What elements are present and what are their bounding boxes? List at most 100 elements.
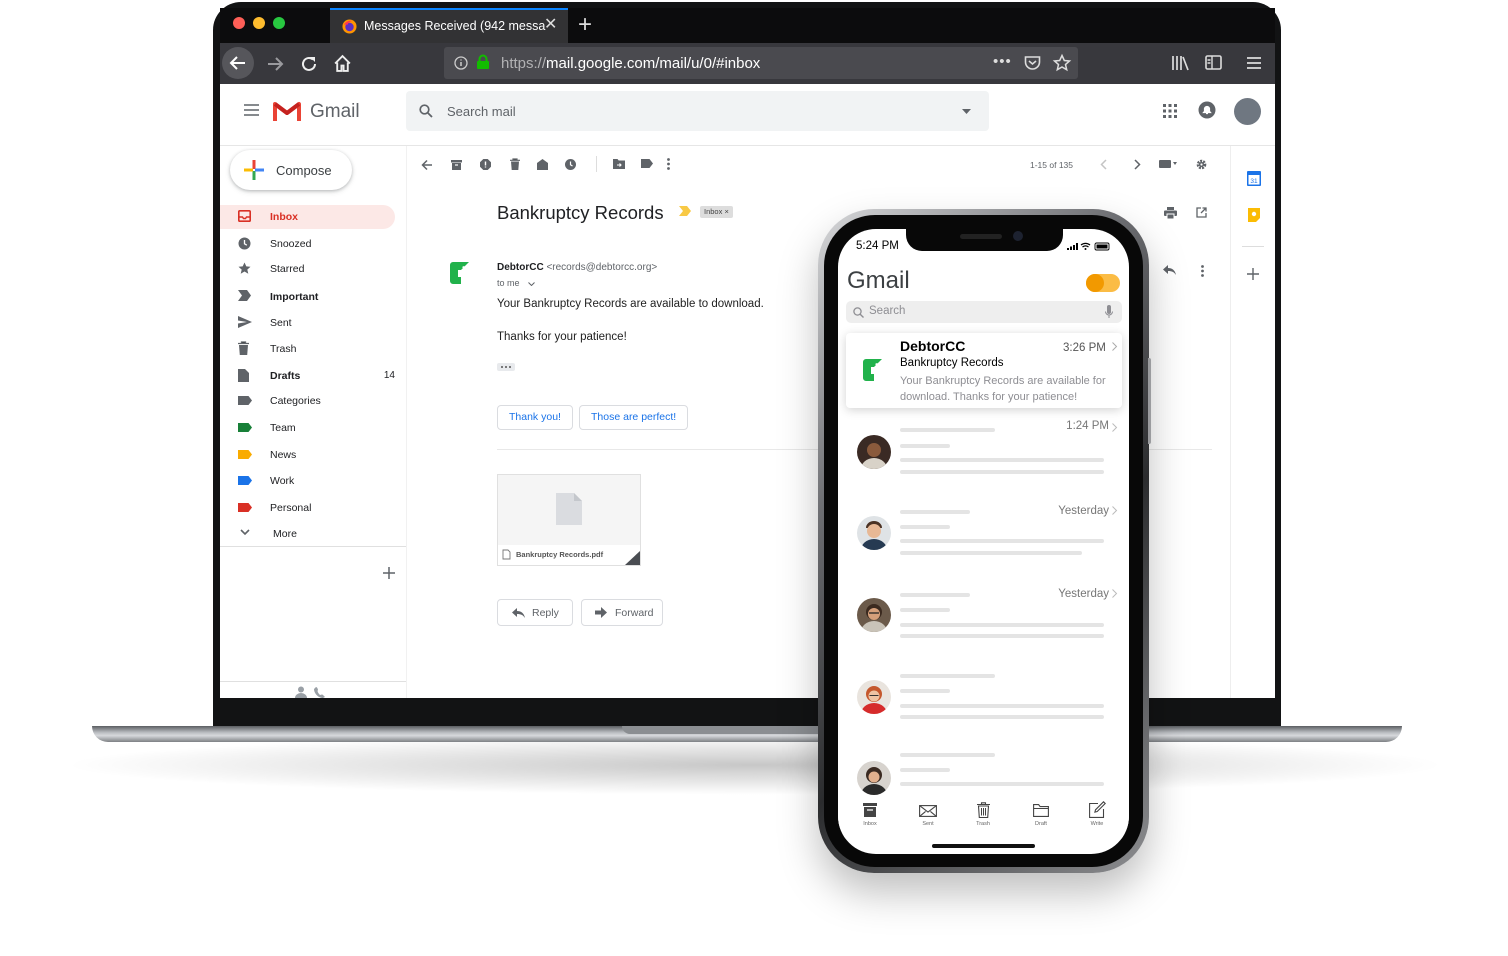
browser-toolbar: https://mail.google.com/mail/u/0/#inbox … <box>220 43 1275 84</box>
home-icon[interactable] <box>333 54 352 73</box>
sidebar-item-team[interactable]: Team <box>220 416 395 440</box>
sidebar-item-trash[interactable]: Trash <box>220 337 395 361</box>
reply-button[interactable]: Reply <box>497 599 573 626</box>
info-icon[interactable] <box>454 56 468 70</box>
email-list-item[interactable] <box>838 669 1129 751</box>
status-icons <box>1067 242 1110 251</box>
sidebar-item-label: Sent <box>270 317 292 329</box>
phone-search-bar[interactable]: Search <box>846 301 1122 323</box>
forward-button[interactable]: Forward <box>581 599 663 626</box>
tab-close-icon[interactable]: ✕ <box>544 17 557 33</box>
snooze-icon[interactable] <box>565 159 576 170</box>
page-actions-icon[interactable]: ••• <box>993 53 1012 70</box>
url-path: mail.google.com/mail/u/0/#inbox <box>546 55 761 72</box>
main-menu-icon[interactable] <box>244 104 259 116</box>
sidebar-item-inbox[interactable]: Inbox <box>220 205 395 229</box>
more-actions-icon[interactable] <box>667 158 670 170</box>
phone-screen: 5:24 PM Gmail Search DebtorCC 3:26 PM Ba… <box>838 229 1129 854</box>
input-tools-icon[interactable] <box>1159 160 1177 168</box>
sidebar-item-drafts[interactable]: Drafts 14 <box>220 364 395 388</box>
theme-toggle[interactable] <box>1086 274 1120 292</box>
email-list-item[interactable]: Yesterday <box>838 502 1129 584</box>
window-close-dot[interactable] <box>233 17 245 29</box>
trash-icon <box>238 341 249 355</box>
report-spam-icon[interactable] <box>480 159 491 170</box>
older-icon[interactable] <box>1134 159 1141 170</box>
sidebar-item-work[interactable]: Work <box>220 469 395 493</box>
sidebar-item-sent[interactable]: Sent <box>220 311 395 335</box>
tab-label: Trash <box>976 821 990 827</box>
mark-unread-icon[interactable] <box>537 158 548 170</box>
debtorcc-logo-icon <box>450 262 470 284</box>
sidebar-item-more[interactable]: More <box>220 522 395 546</box>
recipient-line[interactable]: to me <box>497 278 535 288</box>
gmail-logo-icon[interactable] <box>273 100 301 121</box>
pocket-icon[interactable] <box>1024 55 1041 71</box>
search-bar[interactable]: Search mail <box>406 91 989 131</box>
person-portrait-icon <box>861 604 887 632</box>
email-subject: Bankruptcy Records <box>900 357 1004 369</box>
address-bar[interactable]: https://mail.google.com/mail/u/0/#inbox … <box>444 47 1078 79</box>
home-indicator[interactable] <box>932 844 1035 848</box>
keep-icon[interactable] <box>1248 208 1260 222</box>
show-trimmed-content-button[interactable] <box>497 363 515 371</box>
phone-app-title: Gmail <box>847 267 910 294</box>
bookmark-star-icon[interactable] <box>1052 53 1072 72</box>
url-scheme: https:// <box>501 55 547 72</box>
hangouts-icons[interactable] <box>295 686 330 698</box>
open-new-window-icon[interactable] <box>1196 207 1207 218</box>
label-chip[interactable]: Inbox × <box>700 206 733 218</box>
phone-search-input[interactable]: Search <box>869 305 905 317</box>
sidebar-item-snoozed[interactable]: Snoozed <box>220 232 395 256</box>
attachment-name: Bankruptcy Records.pdf <box>516 550 604 559</box>
library-icon[interactable] <box>1171 55 1189 71</box>
archive-icon[interactable] <box>451 159 462 170</box>
sidebar-item-important[interactable]: Important <box>220 285 395 309</box>
calendar-icon[interactable]: 31 <box>1247 171 1261 186</box>
window-zoom-dot[interactable] <box>273 17 285 29</box>
sidebar-item-label: Trash <box>270 343 297 355</box>
person-portrait-icon <box>861 686 887 714</box>
move-to-icon[interactable] <box>613 159 625 169</box>
email-list-item[interactable]: 1:24 PM <box>838 417 1129 499</box>
apps-grid-icon[interactable] <box>1163 104 1177 118</box>
star-icon <box>238 262 251 274</box>
microphone-icon[interactable] <box>1105 305 1113 319</box>
back-to-inbox-icon[interactable] <box>421 159 433 171</box>
reply-icon[interactable] <box>1163 265 1176 276</box>
smart-reply-1[interactable]: Thank you! <box>497 405 573 430</box>
search-input[interactable]: Search mail <box>447 104 516 119</box>
search-icon[interactable] <box>419 104 433 118</box>
newer-icon[interactable] <box>1100 159 1107 170</box>
sidebar-item-categories[interactable]: Categories <box>220 389 395 413</box>
message-more-icon[interactable] <box>1201 265 1204 277</box>
get-addons-icon[interactable] <box>1247 268 1259 280</box>
add-label-icon[interactable] <box>383 567 395 579</box>
importance-marker-icon[interactable] <box>679 206 691 216</box>
print-icon[interactable] <box>1164 207 1177 220</box>
attachment-card[interactable]: Bankruptcy Records.pdf <box>497 474 641 566</box>
sidebar-item-news[interactable]: News <box>220 443 395 467</box>
sidebar-item-personal[interactable]: Personal <box>220 496 395 520</box>
app-menu-icon[interactable] <box>1246 56 1262 70</box>
sidebar-toggle-icon[interactable] <box>1205 55 1222 70</box>
window-minimize-dot[interactable] <box>253 17 265 29</box>
settings-gear-icon[interactable] <box>1196 159 1207 170</box>
smart-reply-2[interactable]: Those are perfect! <box>579 405 689 430</box>
forward-arrow-icon[interactable] <box>266 55 284 73</box>
browser-tab[interactable]: Messages Received (942 messa <box>330 8 568 43</box>
sidebar-item-starred[interactable]: Starred <box>220 257 395 281</box>
account-avatar[interactable] <box>1234 98 1261 125</box>
labels-icon[interactable] <box>641 159 653 168</box>
back-button[interactable] <box>222 47 254 79</box>
search-options-icon[interactable] <box>962 109 971 114</box>
compose-button[interactable]: Compose <box>230 150 352 190</box>
delete-icon[interactable] <box>510 158 520 170</box>
details-chevron-icon[interactable] <box>528 281 535 286</box>
notifications-icon[interactable] <box>1198 101 1216 119</box>
new-tab-icon[interactable]: + <box>578 13 592 37</box>
email-list-item[interactable]: Yesterday <box>838 585 1129 667</box>
reload-icon[interactable] <box>300 55 318 73</box>
featured-email-card[interactable]: DebtorCC 3:26 PM Bankruptcy Records Your… <box>846 333 1122 408</box>
compose-plus-icon <box>244 160 264 180</box>
